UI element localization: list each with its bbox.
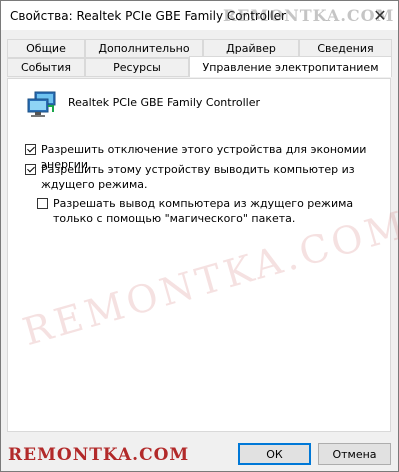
title-bar[interactable]: Свойства: Realtek PCIe GBE Family Contro… <box>1 1 398 30</box>
option-allow-wake[interactable]: Разрешить этому устройству выводить комп… <box>25 162 375 192</box>
checkbox-allow-power-off[interactable] <box>25 144 36 155</box>
ok-button[interactable]: ОК <box>238 443 311 465</box>
power-management-panel: Realtek PCIe GBE Family Controller Разре… <box>7 78 399 432</box>
tab-power-management[interactable]: Управление электропитанием <box>189 56 392 77</box>
dialog-footer: REMONTKA.COM ОК Отмена <box>1 435 398 471</box>
watermark-bottom: REMONTKA.COM <box>8 445 190 465</box>
window-title: Свойства: Realtek PCIe GBE Family Contro… <box>10 9 286 23</box>
checkbox-magic-packet[interactable] <box>37 198 48 209</box>
tab-advanced[interactable]: Дополнительно <box>85 39 203 58</box>
option-label: Разрешить этому устройству выводить комп… <box>41 163 355 191</box>
tab-general[interactable]: Общие <box>7 39 85 58</box>
option-label: Разрешать вывод компьютера из ждущего ре… <box>53 197 354 225</box>
cancel-button[interactable]: Отмена <box>318 443 391 465</box>
checkbox-allow-wake[interactable] <box>25 164 36 175</box>
tab-resources[interactable]: Ресурсы <box>85 58 189 77</box>
network-adapter-icon <box>27 91 56 117</box>
option-magic-packet[interactable]: Разрешать вывод компьютера из ждущего ре… <box>37 196 367 226</box>
device-name: Realtek PCIe GBE Family Controller <box>68 96 261 109</box>
properties-dialog: Свойства: Realtek PCIe GBE Family Contro… <box>0 0 399 472</box>
tab-strip: Общие Дополнительно Драйвер Сведения Соб… <box>7 39 392 79</box>
tab-events[interactable]: События <box>7 58 85 77</box>
close-button[interactable]: ✕ <box>370 5 390 25</box>
close-icon: ✕ <box>373 5 387 25</box>
